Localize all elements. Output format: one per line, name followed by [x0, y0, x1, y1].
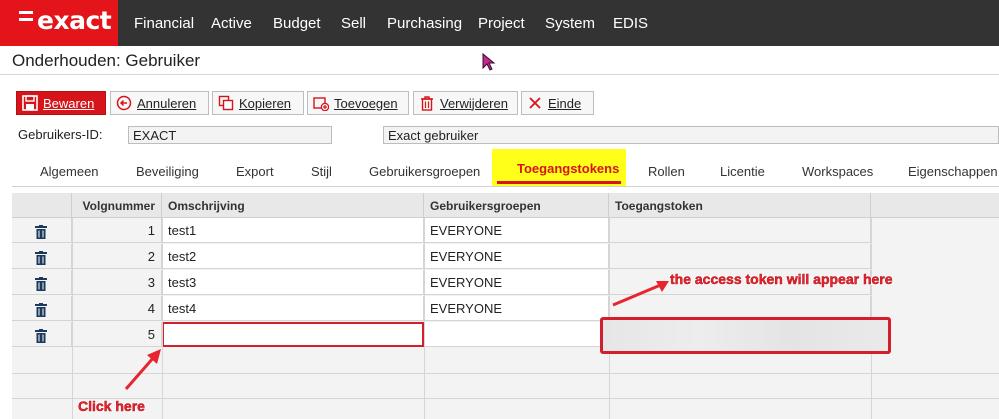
page-title: Onderhouden: Gebruiker [12, 51, 201, 70]
grid-header-omschrijving[interactable]: Omschrijving [162, 193, 424, 218]
tab-export[interactable]: Export [236, 164, 274, 179]
active-tab-underline [497, 181, 621, 184]
delete-row-trash-icon[interactable] [35, 303, 47, 317]
tab-stijl[interactable]: Stijl [311, 164, 332, 179]
row-volgnummer: 4 [72, 296, 162, 321]
tab-toegangstokens[interactable]: Toegangstokens [517, 161, 619, 176]
grid-header-toegangstoken[interactable]: Toegangstoken [609, 193, 871, 218]
row-omschrijving[interactable]: test1 [162, 218, 424, 243]
add-button[interactable]: Toevoegen [307, 91, 409, 115]
tab-eigenschappen[interactable]: Eigenschappen [908, 164, 998, 179]
add-record-icon [313, 95, 330, 112]
row-gebruikersgroepen[interactable]: EVERYONE [424, 270, 609, 295]
row-volgnummer: 2 [72, 244, 162, 269]
grid-column-line [72, 218, 73, 419]
nav-item-edis[interactable]: EDIS [613, 15, 648, 32]
nav-item-project[interactable]: Project [478, 15, 525, 32]
row-omschrijving[interactable]: test3 [162, 270, 424, 295]
tab-workspaces[interactable]: Workspaces [802, 164, 873, 179]
logo-text: exact [37, 6, 112, 35]
end-button[interactable]: Einde [521, 91, 594, 115]
click-here-annotation-text: Click here [78, 398, 145, 415]
logo-equals-icon [19, 11, 33, 25]
cancel-button[interactable]: Annuleren [110, 91, 209, 115]
nav-item-purchasing[interactable]: Purchasing [387, 15, 462, 32]
row-volgnummer: 1 [72, 218, 162, 243]
row-volgnummer: 5 [72, 322, 162, 347]
add-label: Toevoegen [334, 95, 398, 111]
tab-algemeen[interactable]: Algemeen [40, 164, 99, 179]
end-label: Einde [548, 95, 582, 111]
row-gebruikersgroepen[interactable]: EVERYONE [424, 296, 609, 321]
delete-label: Verwijderen [440, 95, 508, 111]
row-volgnummer: 3 [72, 270, 162, 295]
nav-item-active[interactable]: Active [211, 15, 252, 32]
back-arrow-circle-icon [116, 95, 132, 111]
row-gebruikersgroepen[interactable]: EVERYONE [424, 244, 609, 269]
row-toegangstoken [609, 218, 871, 243]
mouse-cursor-icon [482, 53, 496, 71]
title-divider [0, 74, 999, 75]
grid-header-action [12, 193, 72, 218]
row-omschrijving[interactable]: test2 [162, 244, 424, 269]
nav-item-financial[interactable]: Financial [134, 15, 194, 32]
tab-beveiliging[interactable]: Beveiliging [136, 164, 199, 179]
user-description-field[interactable]: Exact gebruiker [383, 126, 999, 144]
row-gebruikersgroepen[interactable] [424, 322, 609, 347]
exact-logo[interactable]: exact [0, 0, 118, 46]
token-arrow-icon [612, 281, 669, 307]
floppy-disk-icon [22, 95, 38, 111]
copy-button[interactable]: Kopieren [212, 91, 304, 115]
click-here-arrow-icon [124, 349, 161, 390]
close-icon [527, 95, 543, 111]
tab-licentie[interactable]: Licentie [720, 164, 765, 179]
copy-icon [218, 95, 234, 111]
new-row-omschrijving-input[interactable] [162, 322, 424, 347]
cancel-label: Annuleren [137, 95, 197, 111]
tab-gebruikersgroepen[interactable]: Gebruikersgroepen [369, 164, 480, 179]
trash-icon [419, 95, 435, 111]
token-annotation-text: the access token will appear here [670, 271, 893, 288]
nav-item-budget[interactable]: Budget [273, 15, 321, 32]
row-gebruikersgroepen[interactable]: EVERYONE [424, 218, 609, 243]
save-label: Bewaren [43, 95, 95, 111]
user-id-field[interactable]: EXACT [128, 126, 332, 144]
tab-rollen[interactable]: Rollen [648, 164, 685, 179]
copy-label: Kopieren [239, 95, 292, 111]
nav-item-system[interactable]: System [545, 15, 595, 32]
delete-row-trash-icon[interactable] [35, 225, 47, 239]
save-button[interactable]: Bewaren [16, 91, 106, 115]
delete-button[interactable]: Verwijderen [413, 91, 518, 115]
grid-header-filler [871, 193, 999, 218]
nav-item-sell[interactable]: Sell [341, 15, 366, 32]
grid-empty-row-line [12, 398, 999, 399]
row-omschrijving[interactable]: test4 [162, 296, 424, 321]
delete-row-trash-icon[interactable] [35, 277, 47, 291]
grid-header-gebruikersgroepen[interactable]: Gebruikersgroepen [424, 193, 609, 218]
user-id-label: Gebruikers-ID: [18, 127, 103, 142]
row-toegangstoken [609, 244, 871, 269]
grid-header-volgnummer[interactable]: Volgnummer [72, 193, 162, 218]
delete-row-trash-icon[interactable] [35, 251, 47, 265]
grid-column-line [424, 218, 425, 419]
delete-row-trash-icon[interactable] [35, 329, 47, 343]
access-token-highlight-box [600, 317, 891, 354]
tab-divider [12, 186, 999, 187]
top-nav-bar: exact Financial Active Budget Sell Purch… [0, 0, 999, 46]
